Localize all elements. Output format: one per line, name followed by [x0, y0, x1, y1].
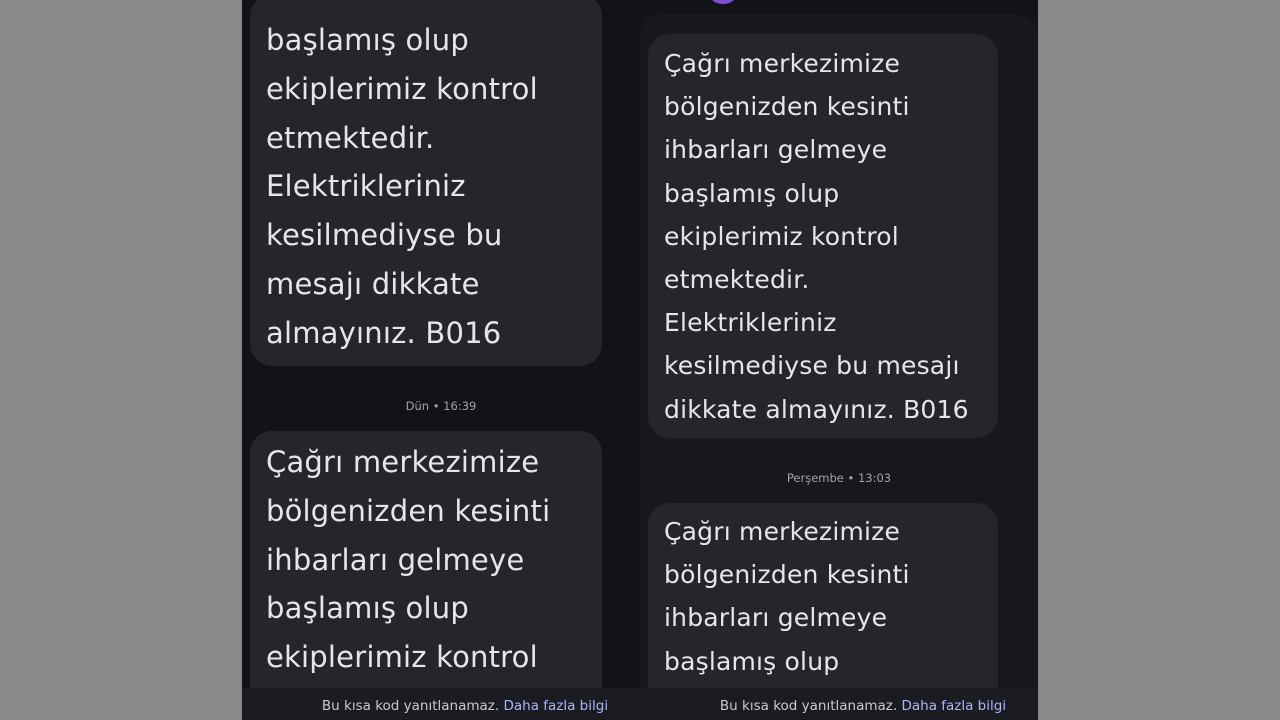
message-timestamp: Perşembe • 13:03 [786, 471, 892, 485]
message-text: başlamış olup ekiplerimiz kontrol etmekt… [266, 23, 538, 350]
reply-disabled-text: Bu kısa kod yanıtlanamaz. [719, 698, 898, 714]
left-conversation-panel: başlamış olup ekiplerimiz kontrol etmekt… [242, 0, 640, 720]
right-conversation-panel: Çağrı merkezimize bölgenizden kesinti ih… [640, 0, 1038, 720]
message-timestamp: Dün • 16:39 [405, 399, 477, 413]
reply-disabled-bar: Bu kısa kod yanıtlanamaz. Daha fazla bil… [640, 688, 1038, 720]
reply-disabled-bar: Bu kısa kod yanıtlanamaz. Daha fazla bil… [242, 688, 640, 720]
learn-more-link[interactable]: Daha fazla bilgi [901, 698, 1006, 714]
message-text: Çağrı merkezimize bölgenizden kesinti ih… [664, 517, 910, 676]
sender-avatar [710, 0, 736, 4]
message-text: Çağrı merkezimize bölgenizden kesinti ih… [664, 49, 969, 424]
reply-disabled-note: Bu kısa kod yanıtlanamaz. Daha fazla bil… [242, 698, 640, 714]
reply-disabled-text: Bu kısa kod yanıtlanamaz. [321, 698, 500, 714]
learn-more-link[interactable]: Daha fazla bilgi [503, 698, 608, 714]
message-bubble[interactable]: Çağrı merkezimize bölgenizden kesinti ih… [648, 34, 998, 438]
message-bubble[interactable]: Çağrı merkezimize bölgenizden kesinti ih… [250, 431, 602, 720]
message-bubble[interactable]: başlamış olup ekiplerimiz kontrol etmekt… [250, 0, 602, 366]
conversation-container: Çağrı merkezimize bölgenizden kesinti ih… [640, 14, 1038, 720]
messages-screen: başlamış olup ekiplerimiz kontrol etmekt… [242, 0, 1038, 720]
message-text: Çağrı merkezimize bölgenizden kesinti ih… [266, 445, 551, 675]
reply-disabled-note: Bu kısa kod yanıtlanamaz. Daha fazla bil… [640, 698, 1038, 714]
